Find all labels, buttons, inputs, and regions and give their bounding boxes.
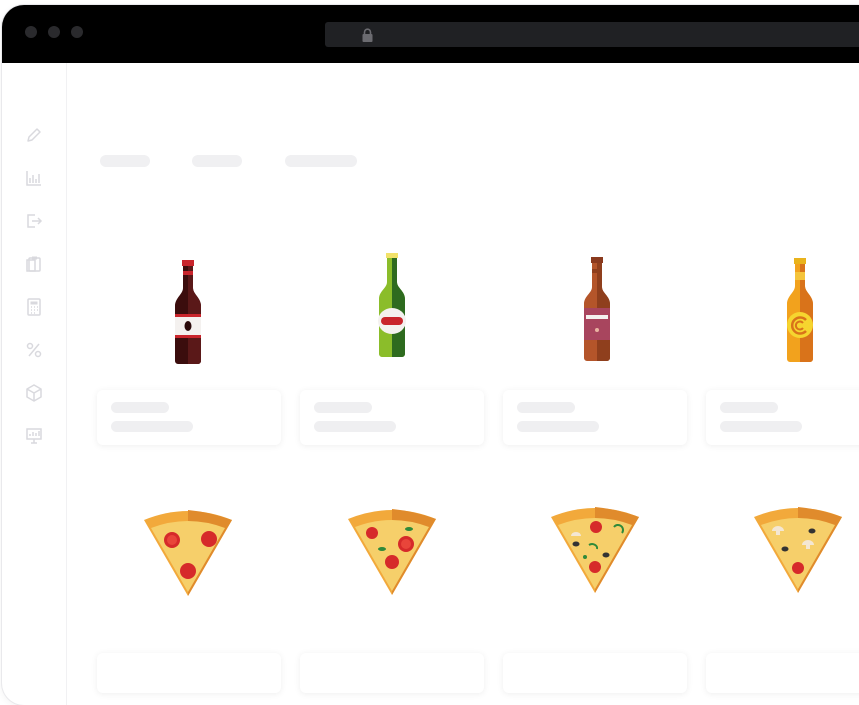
sidebar: [2, 63, 67, 705]
tab-skeleton-2[interactable]: [192, 155, 242, 167]
presentation-icon[interactable]: [24, 426, 44, 446]
card-title-skeleton: [517, 402, 575, 413]
drink-card-4[interactable]: [706, 390, 859, 445]
margherita-pizza-slice-icon[interactable]: [346, 507, 438, 597]
box-icon[interactable]: [24, 383, 44, 403]
card-price-skeleton: [111, 421, 193, 432]
lock-icon: [362, 28, 373, 42]
pizza-card-2[interactable]: [300, 653, 484, 693]
clipboard-icon[interactable]: [24, 254, 44, 274]
bar-chart-icon[interactable]: [24, 168, 44, 188]
browser-titlebar: [2, 5, 859, 63]
address-bar[interactable]: [325, 22, 859, 47]
browser-window: [2, 5, 859, 705]
dark-cola-bottle-icon[interactable]: [168, 260, 208, 365]
card-title-skeleton: [111, 402, 169, 413]
drink-card-3[interactable]: [503, 390, 687, 445]
pencil-icon[interactable]: [24, 125, 44, 145]
card-title-skeleton: [720, 402, 778, 413]
brown-ale-bottle-icon[interactable]: [577, 257, 617, 362]
card-price-skeleton: [314, 421, 396, 432]
close-window-button[interactable]: [25, 26, 37, 38]
pizza-card-4[interactable]: [706, 653, 859, 693]
tab-skeleton-1[interactable]: [100, 155, 150, 167]
mixed-pizza-slice-icon[interactable]: [549, 505, 641, 595]
minimize-window-button[interactable]: [48, 26, 60, 38]
mushroom-pizza-slice-icon[interactable]: [752, 505, 844, 595]
green-beer-bottle-icon[interactable]: [372, 253, 412, 358]
card-title-skeleton: [314, 402, 372, 413]
maximize-window-button[interactable]: [71, 26, 83, 38]
drink-card-2[interactable]: [300, 390, 484, 445]
pepperoni-pizza-slice-icon[interactable]: [142, 508, 234, 598]
percent-icon[interactable]: [24, 340, 44, 360]
pizza-card-3[interactable]: [503, 653, 687, 693]
calculator-icon[interactable]: [24, 297, 44, 317]
tab-skeleton-3[interactable]: [285, 155, 357, 167]
card-price-skeleton: [517, 421, 599, 432]
logout-icon[interactable]: [24, 211, 44, 231]
pizza-card-1[interactable]: [97, 653, 281, 693]
drink-card-1[interactable]: [97, 390, 281, 445]
card-price-skeleton: [720, 421, 802, 432]
amber-beer-bottle-icon[interactable]: [780, 258, 820, 363]
